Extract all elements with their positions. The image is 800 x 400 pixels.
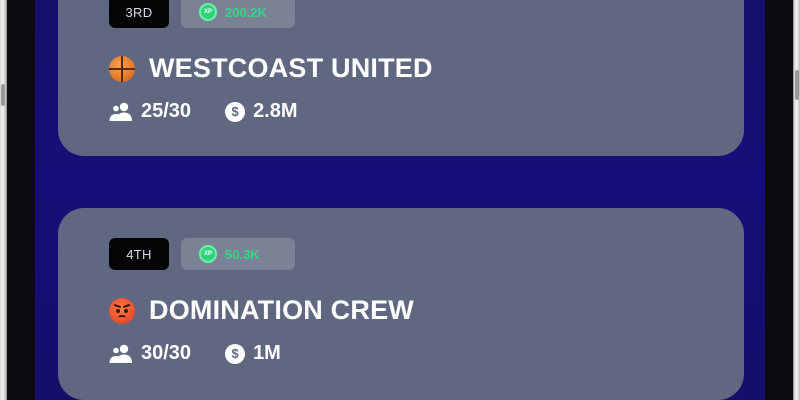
basketball-icon: [109, 55, 135, 82]
team-card[interactable]: 3RD XP 200.2K WESTCOAST UNITED 25/30 $ 2…: [58, 0, 744, 156]
coin-icon: $: [225, 101, 246, 122]
coin-icon: $: [225, 343, 246, 364]
team-stats: 30/30 $ 1M: [109, 342, 315, 365]
team-title-row: WESTCOAST UNITED: [109, 53, 433, 84]
team-stats: 25/30 $ 2.8M: [109, 100, 332, 123]
phone-right-edge: [793, 0, 800, 400]
users-icon: [109, 344, 132, 363]
team-name: WESTCOAST UNITED: [149, 53, 433, 83]
team-leaderboard-screen: 3RD XP 200.2K WESTCOAST UNITED 25/30 $ 2…: [35, 0, 765, 400]
funds-value: 2.8M: [253, 100, 298, 122]
xp-badge: XP 50.3K: [181, 238, 295, 270]
funds-stat: $ 2.8M: [225, 100, 298, 123]
xp-badge: XP 200.2K: [181, 0, 295, 28]
phone-frame: 3RD XP 200.2K WESTCOAST UNITED 25/30 $ 2…: [0, 0, 800, 400]
members-count: 25/30: [141, 100, 192, 122]
members-count: 30/30: [141, 342, 192, 364]
xp-icon: XP: [199, 245, 217, 263]
funds-stat: $ 1M: [225, 342, 281, 365]
phone-right-bezel: [765, 0, 793, 400]
phone-side-button: [1, 84, 5, 106]
phone-left-edge: [0, 0, 7, 400]
phone-left-bezel: [7, 0, 35, 400]
team-badges: 4TH XP 50.3K: [109, 238, 295, 270]
xp-value: 200.2K: [225, 4, 267, 20]
rank-badge: 3RD: [109, 0, 169, 28]
xp-icon: XP: [199, 3, 217, 21]
phone-power-button: [795, 70, 799, 100]
xp-value: 50.3K: [225, 246, 260, 262]
users-icon: [109, 102, 132, 121]
team-card[interactable]: 4TH XP 50.3K DOMINATION CREW 30/30 $ 1M: [58, 208, 744, 400]
team-name: DOMINATION CREW: [149, 295, 414, 325]
rank-badge: 4TH: [109, 238, 169, 270]
members-stat: 25/30: [109, 100, 191, 123]
angry-face-icon: [109, 297, 135, 324]
funds-value: 1M: [253, 342, 281, 364]
members-stat: 30/30: [109, 342, 191, 365]
team-badges: 3RD XP 200.2K: [109, 0, 295, 28]
team-title-row: DOMINATION CREW: [109, 295, 414, 326]
